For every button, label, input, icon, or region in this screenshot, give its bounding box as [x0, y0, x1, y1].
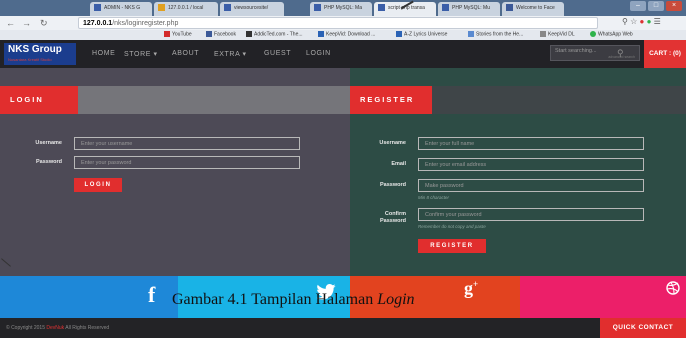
figure-caption: Gambar 4.1 Tampilan Halaman Login: [172, 291, 415, 308]
search-icon[interactable]: ⚲: [617, 48, 624, 59]
register-button[interactable]: REGISTER: [418, 239, 486, 253]
bookmark-item[interactable]: Stories from the He...: [468, 31, 523, 37]
browser-tab[interactable]: Welcome to Face: [502, 2, 564, 16]
browser-tab[interactable]: PHP MySQL: Ma: [310, 2, 372, 16]
google-plus-icon: g+: [464, 278, 479, 298]
password-hint: Min 8 character: [418, 195, 450, 200]
extension-icon[interactable]: ●: [647, 17, 652, 26]
nav-item-extra[interactable]: EXTRA ▾: [214, 50, 247, 58]
close-icon[interactable]: ×: [666, 1, 682, 11]
bookmark-item[interactable]: KeepVid: Download ...: [318, 31, 375, 37]
zoom-icon[interactable]: ⚲: [622, 17, 628, 26]
site-logo[interactable]: NKS Group Nusantara Kreatif Studio: [4, 43, 76, 65]
chevron-down-icon: ▾: [242, 51, 247, 58]
page-content: LOGIN Username Password LOGIN REGISTER U…: [0, 68, 686, 276]
facebook-tile[interactable]: f: [0, 276, 178, 318]
register-password-label: Password: [380, 182, 406, 188]
register-title: REGISTER: [350, 86, 432, 114]
bookmark-item[interactable]: KeepVid DL: [540, 31, 575, 37]
chevron-down-icon: ▾: [153, 51, 158, 58]
nav-item-login[interactable]: LOGIN: [306, 50, 331, 57]
whatsapp-icon: [590, 31, 596, 37]
username-label: Username: [35, 140, 62, 146]
star-icon[interactable]: ☆: [630, 17, 637, 26]
tab-favicon-icon: [94, 4, 101, 11]
register-confirm-password-input[interactable]: [418, 208, 644, 221]
site-footer: © Copyright 2015 DevNuk All Rights Reser…: [0, 318, 686, 338]
login-username-input[interactable]: [74, 137, 300, 150]
bookmark-item[interactable]: AddicTed.com - The...: [246, 31, 303, 37]
facebook-icon: f: [148, 282, 156, 307]
login-section: LOGIN Username Password LOGIN: [0, 68, 350, 276]
copyright-text: © Copyright 2015 DevNuk All Rights Reser…: [6, 325, 110, 331]
browser-tab[interactable]: PHP MySQL: Mu: [438, 2, 500, 16]
register-password-input[interactable]: [418, 179, 644, 192]
bookmark-favicon-icon: [396, 31, 402, 37]
facebook-icon: [206, 31, 212, 37]
confirm-hint: Remember do not copy and paste: [418, 224, 486, 229]
login-title: LOGIN: [0, 86, 78, 114]
nav-item-about[interactable]: ABOUT: [172, 50, 199, 57]
register-fullname-input[interactable]: [418, 137, 644, 150]
confirm-password-label: Confirm Password: [380, 211, 406, 224]
extension-icon[interactable]: ●: [640, 17, 645, 26]
nav-item-guest[interactable]: GUEST: [264, 50, 291, 57]
tab-favicon-icon: [378, 4, 385, 11]
dribbble-icon: [666, 281, 680, 295]
forward-icon[interactable]: →: [22, 18, 31, 28]
browser-tab[interactable]: 127.0.0.1 / local: [154, 2, 218, 16]
tab-favicon-icon: [506, 4, 513, 11]
bookmark-favicon-icon: [540, 31, 546, 37]
youtube-icon: [164, 31, 170, 37]
bookmarks-bar: YouTube Facebook AddicTed.com - The... K…: [0, 30, 686, 40]
site-navbar: NKS Group Nusantara Kreatif Studio HOME …: [0, 40, 686, 68]
email-label: Email: [391, 161, 406, 167]
register-email-input[interactable]: [418, 158, 644, 171]
tab-favicon-icon: [158, 4, 165, 11]
register-section: REGISTER Username Email Password Min 8 c…: [350, 68, 686, 276]
bookmark-item[interactable]: YouTube: [164, 31, 192, 37]
bookmark-item[interactable]: A-Z Lyrics Universe: [396, 31, 447, 37]
tab-favicon-icon: [314, 4, 321, 11]
minimize-icon[interactable]: –: [630, 1, 646, 11]
reload-icon[interactable]: ↻: [40, 18, 48, 29]
search-input[interactable]: Start searching... advanced search: [550, 45, 640, 61]
bookmark-favicon-icon: [246, 31, 252, 37]
nav-item-store[interactable]: STORE ▾: [124, 50, 158, 58]
browser-tab[interactable]: ADMIN - NKS G: [90, 2, 152, 16]
maximize-icon[interactable]: □: [648, 1, 664, 11]
quick-contact-button[interactable]: QUICK CONTACT: [600, 318, 686, 338]
bookmark-favicon-icon: [318, 31, 324, 37]
back-icon[interactable]: ←: [6, 18, 15, 28]
address-bar: ← → ↻ 127.0.0.1/nks/loginregister.php ⚲ …: [0, 16, 686, 30]
url-input[interactable]: 127.0.0.1/nks/loginregister.php: [78, 17, 598, 29]
login-password-input[interactable]: [74, 156, 300, 169]
login-button[interactable]: LOGIN: [74, 178, 122, 192]
tab-favicon-icon: [442, 4, 449, 11]
bookmark-favicon-icon: [468, 31, 474, 37]
menu-icon[interactable]: ☰: [654, 17, 661, 26]
bookmark-item[interactable]: WhatsApp Web: [590, 31, 633, 37]
register-username-label: Username: [379, 140, 406, 146]
bookmark-item[interactable]: Facebook: [206, 31, 236, 37]
cart-button[interactable]: CART : (0): [644, 40, 686, 68]
nav-item-home[interactable]: HOME: [92, 50, 115, 57]
password-label: Password: [36, 159, 62, 165]
tab-favicon-icon: [224, 4, 231, 11]
dribbble-tile[interactable]: [520, 276, 686, 318]
extension-icons: ⚲ ☆ ● ● ☰: [622, 17, 661, 26]
window-controls: – □ ×: [630, 1, 682, 13]
browser-tab[interactable]: viewsourcesite/: [220, 2, 284, 16]
browser-tab-strip: ADMIN - NKS G 127.0.0.1 / local viewsour…: [0, 0, 686, 16]
